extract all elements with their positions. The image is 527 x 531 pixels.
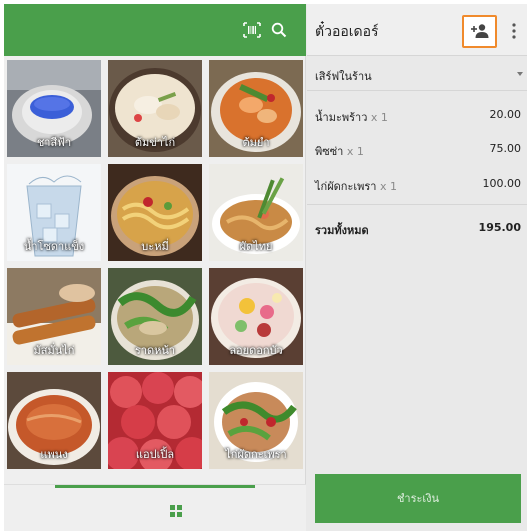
dropdown-caret-icon	[517, 72, 523, 76]
product-label: ไก่ผัดกะเพรา	[225, 448, 287, 461]
product-label: ราดหน้า	[134, 344, 176, 357]
product-tile[interactable]: ผัดไทย	[209, 164, 303, 261]
order-line[interactable]: พิซซ่า x 1 75.00	[307, 138, 527, 158]
order-title: ตั๋วออเดอร์	[315, 24, 379, 40]
grid-icon[interactable]	[170, 505, 182, 517]
order-panel: ตั๋วออเดอร์ เสิร์ฟในร้าน น้ำมะพร้าว x 1 …	[307, 4, 527, 531]
order-line-qty: x 1	[379, 180, 397, 193]
barcode-icon[interactable]	[242, 21, 262, 39]
order-line[interactable]: ไก่ผัดกะเพรา x 1 100.00	[307, 173, 527, 193]
product-label: แอปเปิ้ล	[135, 448, 175, 461]
product-label: บะหมี่	[141, 240, 169, 253]
product-label: ต้มข่าไก่	[134, 136, 176, 149]
product-tile[interactable]: ไก่ผัดกะเพรา	[209, 372, 303, 469]
product-tile[interactable]: มัสมั่นไก่	[7, 268, 101, 365]
product-tile[interactable]: ต้มข่าไก่	[108, 60, 202, 157]
product-tile[interactable]: ต้มยำ	[209, 60, 303, 157]
order-line-name: พิซซ่า	[315, 145, 344, 158]
order-line-name: ไก่ผัดกะเพรา	[315, 180, 377, 193]
pos-app: ชาสีฟ้า ต้มข่าไก่ ต้มยำ น้ำโซดาแข็ง บะหม…	[4, 4, 527, 531]
product-toolbar	[4, 4, 306, 56]
add-customer-button[interactable]	[462, 15, 497, 48]
pay-button[interactable]: ชำระเงิน	[315, 474, 521, 523]
order-line-price: 20.00	[489, 108, 522, 121]
service-type-select[interactable]: เสิร์ฟในร้าน	[307, 57, 527, 91]
product-label: มัสมั่นไก่	[33, 344, 75, 357]
product-tile[interactable]: ชาสีฟ้า	[7, 60, 101, 157]
order-total: รวมทั้งหมด 195.00	[307, 204, 527, 237]
product-label: ผัดไทย	[239, 240, 273, 253]
order-line[interactable]: น้ำมะพร้าว x 1 20.00	[307, 104, 527, 124]
order-header: ตั๋วออเดอร์	[307, 4, 527, 56]
order-line-qty: x 1	[370, 111, 388, 124]
order-line-price: 100.00	[482, 177, 522, 190]
order-line-qty: x 1	[346, 145, 364, 158]
more-vert-icon[interactable]	[507, 22, 521, 40]
product-tile[interactable]: แอปเปิ้ล	[108, 372, 202, 469]
service-type-value: เสิร์ฟในร้าน	[315, 70, 372, 83]
product-label: น้ำโซดาแข็ง	[23, 240, 85, 253]
product-tile[interactable]: ลอยดอกบัว	[209, 268, 303, 365]
order-line-price: 75.00	[489, 142, 522, 155]
product-panel: ชาสีฟ้า ต้มข่าไก่ ต้มยำ น้ำโซดาแข็ง บะหม…	[4, 4, 306, 531]
order-line-name: น้ำมะพร้าว	[315, 111, 368, 124]
product-tile[interactable]: บะหมี่	[108, 164, 202, 261]
product-tile[interactable]: น้ำโซดาแข็ง	[7, 164, 101, 261]
bottom-nav	[4, 484, 306, 531]
product-tile[interactable]: แพนง	[7, 372, 101, 469]
active-tab-indicator	[55, 485, 255, 488]
add-person-icon	[471, 24, 489, 38]
total-label: รวมทั้งหมด	[315, 224, 369, 237]
total-value: 195.00	[478, 221, 521, 234]
product-label: แพนง	[40, 448, 68, 461]
product-tile[interactable]: ราดหน้า	[108, 268, 202, 365]
product-label: ต้มยำ	[242, 136, 270, 149]
search-icon[interactable]	[270, 21, 288, 39]
product-label: ลอยดอกบัว	[229, 344, 283, 357]
product-label: ชาสีฟ้า	[36, 136, 72, 149]
